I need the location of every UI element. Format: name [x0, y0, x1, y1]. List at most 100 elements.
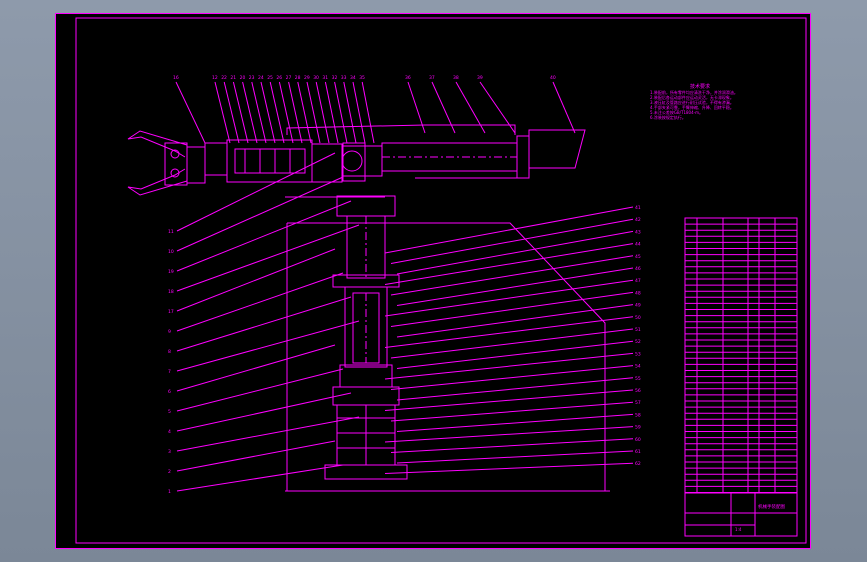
leader-line [384, 206, 634, 254]
scale-label: 1:4 [735, 527, 742, 532]
callout-right-56: 56 [635, 388, 641, 394]
callout-top-29: 29 [304, 75, 310, 81]
callout-right-49: 49 [635, 303, 641, 309]
leader-line [390, 438, 634, 453]
callout-left-7: 7 [168, 369, 171, 375]
leader-line [176, 296, 352, 352]
callout-right-46: 46 [635, 266, 641, 272]
leader-line [384, 243, 634, 285]
callout-top-34: 34 [350, 75, 356, 81]
callout-top-22: 22 [221, 75, 227, 81]
leader-line [390, 218, 634, 264]
callout-left-19: 19 [168, 269, 174, 275]
leader-line [390, 328, 634, 359]
leader-line [396, 450, 634, 464]
leader-line [396, 267, 634, 306]
callout-right-47: 47 [635, 278, 641, 284]
callout-left-4: 4 [168, 429, 171, 435]
callout-left-9: 9 [168, 329, 171, 335]
callout-top-37: 37 [429, 75, 435, 81]
callout-right-55: 55 [635, 376, 641, 382]
callout-top-26: 26 [276, 75, 282, 81]
leader-line [396, 340, 634, 369]
callout-right-62: 62 [635, 461, 641, 467]
callout-top-30: 30 [313, 75, 319, 81]
drawing-name: 机械手装配图 [758, 503, 785, 510]
callout-right-52: 52 [635, 339, 641, 345]
leader-line [352, 81, 366, 144]
callout-top-16: 16 [173, 75, 179, 81]
leader-line [176, 200, 352, 272]
leader-line [176, 464, 344, 492]
callout-top-25: 25 [267, 75, 273, 81]
callout-left-2: 2 [168, 469, 171, 475]
leader-line [176, 368, 344, 412]
leader-line [384, 462, 634, 474]
wrist-assembly [204, 124, 516, 198]
callout-left-3: 3 [168, 449, 171, 455]
callout-right-50: 50 [635, 315, 641, 321]
callout-right-59: 59 [635, 425, 641, 431]
housing-outline [286, 222, 606, 491]
technical-notes: 技术要求 1.装配前，所有零件均应清洗干净，并涂润滑油。 2.装配后各运动部件应… [650, 85, 750, 121]
callout-numbers: 16 12 22 21 20 23 24 25 26 27 28 29 30 31 32 33 34 35 36 37… [168, 75, 641, 495]
leader-line [232, 81, 249, 144]
callout-right-54: 54 [635, 364, 641, 370]
callout-top-24: 24 [258, 75, 264, 81]
leader-line [390, 401, 634, 422]
arm-cylinder [381, 129, 586, 179]
callout-top-20: 20 [240, 75, 246, 81]
callout-top-32: 32 [332, 75, 338, 81]
callout-right-42: 42 [635, 217, 641, 223]
callout-top-36: 36 [405, 75, 411, 81]
leader-line [390, 255, 634, 296]
callout-left-18: 18 [168, 289, 174, 295]
note-line: 6.涂装按规定执行。 [650, 115, 686, 120]
leader-line [361, 81, 375, 144]
callout-right-44: 44 [635, 242, 641, 248]
leader-line [176, 344, 336, 392]
leader-line [176, 416, 360, 452]
callout-right-41: 41 [635, 205, 641, 211]
callout-top-12: 12 [212, 75, 218, 81]
callout-left-8: 8 [168, 349, 171, 355]
callout-top-33: 33 [341, 75, 347, 81]
callout-right-53: 53 [635, 351, 641, 357]
leader-line [384, 426, 634, 443]
leader-line [176, 248, 336, 312]
leader-line [214, 81, 231, 144]
callout-top-40: 40 [550, 75, 556, 81]
callout-top-28: 28 [295, 75, 301, 81]
callout-right-45: 45 [635, 254, 641, 260]
leader-line [176, 152, 336, 232]
leader-line [384, 389, 634, 411]
leader-line [175, 81, 206, 144]
cad-viewport[interactable]: 16 12 22 21 20 23 24 25 26 27 28 29 30 31 32 33 34 35 36 37… [55, 13, 811, 549]
leader-line [242, 81, 258, 144]
callout-right-51: 51 [635, 327, 641, 333]
leader-line [384, 352, 634, 380]
parts-list-table [684, 217, 798, 494]
leader-line [251, 81, 267, 144]
callout-left-1: 1 [168, 489, 171, 495]
callout-left-10: 10 [168, 249, 174, 255]
callout-right-60: 60 [635, 437, 641, 443]
callout-left-11: 11 [168, 229, 174, 235]
column-upper [332, 142, 400, 368]
callout-top-21: 21 [230, 75, 236, 81]
callout-top-23: 23 [249, 75, 255, 81]
leader-line [396, 377, 634, 401]
callout-right-48: 48 [635, 290, 641, 296]
callout-top-39: 39 [477, 75, 483, 81]
callout-left-6: 6 [168, 389, 171, 395]
callout-right-58: 58 [635, 412, 641, 418]
leader-line [260, 81, 276, 144]
leader-line [223, 81, 240, 144]
leader-line [176, 440, 336, 472]
callout-top-31: 31 [322, 75, 328, 81]
gripper-fingers [127, 130, 206, 196]
callout-right-57: 57 [635, 400, 641, 406]
leader-line [552, 81, 576, 134]
callout-top-38: 38 [453, 75, 459, 81]
leader-line [176, 392, 352, 432]
